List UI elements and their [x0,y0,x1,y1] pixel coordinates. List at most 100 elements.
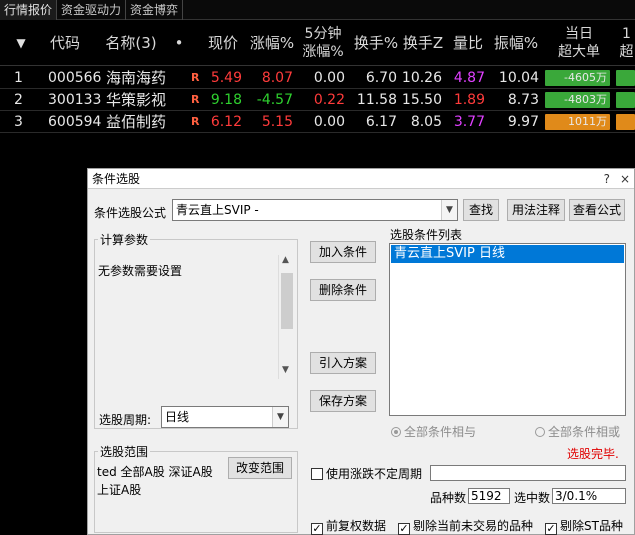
formula-label: 条件选股公式 [94,206,167,220]
grid-header: ▼ 代码 名称(3) • 现价 涨幅% 5分钟 涨幅% 换手% 换手Z 量比 振幅… [0,20,635,66]
condition-select-dialog: 条件选股 ? × 条件选股公式 青云直上SVIP - ▼ 查找 用法注释 查看公… [87,168,635,535]
amplitude: 8.73 [507,92,539,108]
stock-code: 600594 [48,114,102,130]
super-large-bar: -4605万 [545,70,610,86]
change: -4.57 [256,92,293,108]
params-legend: 计算参数 [98,231,151,248]
turnover: 6.17 [365,114,397,130]
scroll-up-icon[interactable]: ▲ [282,255,289,265]
radio-dot-icon [535,427,545,437]
col-amplitude[interactable]: 振幅% [490,20,542,66]
checkmark-icon: ✓ [398,522,410,535]
uncertain-period-field[interactable] [430,465,626,481]
five-min-change: 0.00 [313,70,345,86]
uncertain-period-checkbox[interactable]: 使用涨跌不定周期 [311,465,422,482]
condition-list[interactable]: 青云直上SVIP 日线 [389,243,626,416]
five-min-change: 0.22 [313,92,345,108]
stock-name: 华策影视 [106,91,167,109]
r-flag-icon: R [191,71,200,84]
extra-bar [616,114,635,130]
table-row[interactable]: 3 600594 益佰制药 R 6.12 5.15 0.00 6.17 8.05… [0,111,635,133]
save-plan-button[interactable]: 保存方案 [310,390,376,412]
vol-ratio: 3.77 [453,114,485,130]
super-large-bar: -4803万 [545,92,610,108]
price: 6.12 [210,114,242,130]
change-range-button[interactable]: 改变范围 [228,457,292,479]
view-formula-button[interactable]: 查看公式 [569,199,625,221]
price: 9.18 [210,92,242,108]
extra-bar [616,70,635,86]
amplitude: 10.04 [498,70,539,86]
help-icon[interactable]: ? [604,172,610,186]
checkmark-icon: ✓ [545,522,557,535]
radio-all-and[interactable]: 全部条件相与 [391,423,476,440]
delete-condition-button[interactable]: 删除条件 [310,279,376,301]
selected-value: 3/0.1% [552,488,626,504]
extra-bar [616,92,635,108]
list-item[interactable]: 青云直上SVIP 日线 [391,245,624,263]
chevron-down-icon[interactable]: ▼ [441,200,457,220]
tab-capital-drive[interactable]: 资金驱动力 [57,0,127,20]
formula-combo[interactable]: 青云直上SVIP - ▼ [172,199,458,221]
col-turnover-z[interactable]: 换手Z [402,20,444,66]
table-row[interactable]: 1 000566 海南海药 R 5.49 8.07 0.00 6.70 10.2… [0,67,635,89]
row-index: 3 [14,114,23,130]
sort-arrow-icon[interactable]: ▼ [8,20,34,66]
range-text-2: 上证A股 [97,483,142,497]
formula-value: 青云直上SVIP - [176,203,259,217]
scroll-down-icon[interactable]: ▼ [282,365,289,375]
checkmark-icon: ✓ [311,522,323,535]
col-super-large[interactable]: 当日 超大单 [548,20,610,66]
tab-quotes[interactable]: 行情报价 [0,0,58,20]
usage-button[interactable]: 用法注释 [507,199,565,221]
exclude-suspended-checkbox[interactable]: ✓ 剔除当前未交易的品种 [398,517,533,535]
col-price[interactable]: 现价 [202,20,244,66]
period-combo[interactable]: 日线 ▼ [161,406,289,428]
condition-list-label: 选股条件列表 [390,228,463,242]
change: 5.15 [261,114,293,130]
range-legend: 选股范围 [98,443,151,460]
radio-dot-icon [391,427,401,437]
table-row[interactable]: 2 300133 华策影视 R 9.18 -4.57 0.22 11.58 15… [0,89,635,111]
col-change[interactable]: 涨幅% [248,20,296,66]
tab-capital-game[interactable]: 资金博弈 [126,0,184,20]
status-text: 选股完毕. [567,447,619,461]
import-plan-button[interactable]: 引入方案 [310,352,376,374]
dialog-titlebar[interactable]: 条件选股 ? × [88,169,634,189]
vol-ratio: 1.89 [453,92,485,108]
chevron-down-icon[interactable]: ▼ [272,407,288,427]
range-text-1: ted 全部A股 深证A股 [97,465,213,479]
stock-name: 益佰制药 [106,113,167,131]
col-turnover[interactable]: 换手% [352,20,400,66]
col-vol-ratio[interactable]: 量比 [448,20,488,66]
turnover-z: 15.50 [401,92,442,108]
stock-code: 000566 [48,70,102,86]
row-index: 1 [14,70,23,86]
row-index: 2 [14,92,23,108]
col-dot: • [174,34,184,52]
find-button[interactable]: 查找 [463,199,499,221]
radio-all-or[interactable]: 全部条件相或 [535,423,620,440]
exclude-st-checkbox[interactable]: ✓ 剔除ST品种 [545,517,623,535]
top-tabs: 行情报价 资金驱动力 资金博弈 [0,0,635,20]
col-name[interactable]: 名称(3) [100,20,162,66]
col-five-min[interactable]: 5分钟 涨幅% [298,20,348,66]
params-scrollbar[interactable]: ▲ ▼ [278,255,294,379]
adjust-data-checkbox[interactable]: ✓ 前复权数据 [311,517,386,535]
col-code[interactable]: 代码 [40,20,90,66]
amplitude: 9.97 [507,114,539,130]
change: 8.07 [261,70,293,86]
period-label: 选股周期: [99,413,152,427]
add-condition-button[interactable]: 加入条件 [310,241,376,263]
stock-code: 300133 [48,92,102,108]
r-flag-icon: R [191,93,200,106]
col-extra[interactable]: 1超 [618,20,635,66]
scroll-thumb[interactable] [281,273,293,329]
count-value: 5192 [468,488,510,504]
count-label: 品种数 [430,491,467,505]
turnover: 6.70 [365,70,397,86]
vol-ratio: 4.87 [453,70,485,86]
params-text: 无参数需要设置 [98,264,183,278]
close-icon[interactable]: × [620,172,630,186]
five-min-change: 0.00 [313,114,345,130]
